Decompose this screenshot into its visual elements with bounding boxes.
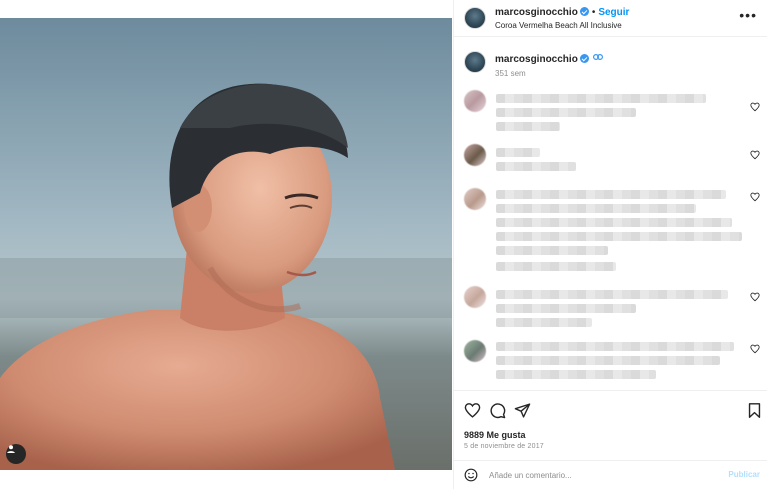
redacted-comment-text — [496, 304, 636, 313]
redacted-comment-meta — [496, 162, 576, 171]
author-username[interactable]: marcosginocchio — [495, 7, 578, 18]
separator-dot: • — [591, 7, 596, 18]
redacted-comment-text — [496, 94, 706, 103]
publish-button[interactable]: Publicar — [728, 470, 760, 479]
more-horizontal-icon[interactable]: ••• — [739, 8, 757, 22]
post-media — [0, 0, 452, 489]
redacted-comment-text — [496, 370, 656, 379]
commenter-avatar[interactable] — [464, 286, 486, 308]
redacted-comment-text — [496, 190, 726, 199]
verified-badge-icon — [579, 7, 589, 16]
author-avatar[interactable] — [464, 7, 486, 29]
post-actions — [464, 402, 761, 420]
redacted-comment-text — [496, 108, 636, 117]
follow-button[interactable]: Seguir — [598, 7, 629, 18]
verified-badge-icon — [579, 54, 589, 63]
redacted-comment-text — [496, 290, 728, 299]
commenter-avatar[interactable] — [464, 188, 486, 210]
caption-avatar[interactable] — [464, 51, 486, 73]
redacted-comment-text — [496, 204, 696, 213]
redacted-comment-meta — [496, 122, 560, 131]
comment-like-heart-icon[interactable] — [750, 102, 760, 112]
comment-icon[interactable] — [489, 402, 507, 420]
redacted-comment-text — [496, 246, 608, 255]
comment-like-heart-icon[interactable] — [750, 192, 760, 202]
share-icon[interactable] — [514, 402, 532, 420]
commenter-avatar[interactable] — [464, 340, 486, 362]
caption-time: 351 sem — [495, 69, 526, 78]
user-tag-icon[interactable] — [6, 444, 26, 464]
post-header: marcosginocchio • Seguir Coroa Vermelha Be… — [454, 0, 767, 32]
commenter-avatar[interactable] — [464, 144, 486, 166]
post-photo[interactable] — [0, 18, 452, 470]
likes-count[interactable]: 9889 Me gusta — [464, 430, 526, 440]
redacted-comment-meta — [496, 262, 616, 271]
author-info: marcosginocchio • Seguir Coroa Vermelha Be… — [495, 4, 629, 32]
comments-list — [454, 80, 767, 390]
commenter-avatar[interactable] — [464, 90, 486, 112]
post-date[interactable]: 5 de noviembre de 2017 — [464, 443, 544, 450]
smiley-icon[interactable] — [464, 468, 478, 482]
comment-like-heart-icon[interactable] — [750, 150, 760, 160]
redacted-comment-text — [496, 148, 540, 157]
add-comment-bar: Publicar — [454, 461, 767, 489]
actions-divider — [454, 390, 767, 391]
comment-input[interactable] — [489, 468, 709, 482]
post-location[interactable]: Coroa Vermelha Beach All Inclusive — [495, 19, 629, 32]
comment-like-heart-icon[interactable] — [750, 344, 760, 354]
heart-icon[interactable] — [464, 402, 482, 420]
photo-illustration — [0, 18, 452, 470]
bookmark-icon[interactable] — [746, 402, 764, 420]
post-sidebar: marcosginocchio • Seguir Coroa Vermelha Be… — [453, 0, 767, 489]
post-caption: marcosginocchio 351 sem — [454, 37, 767, 84]
redacted-comment-text — [496, 218, 732, 227]
comment-like-heart-icon[interactable] — [750, 292, 760, 302]
caption-username[interactable]: marcosginocchio — [495, 54, 578, 65]
redacted-comment-text — [496, 356, 720, 365]
redacted-comment-meta — [496, 318, 592, 327]
redacted-comment-text — [496, 342, 734, 351]
emoji-icon — [592, 52, 603, 65]
redacted-comment-text — [496, 232, 742, 241]
